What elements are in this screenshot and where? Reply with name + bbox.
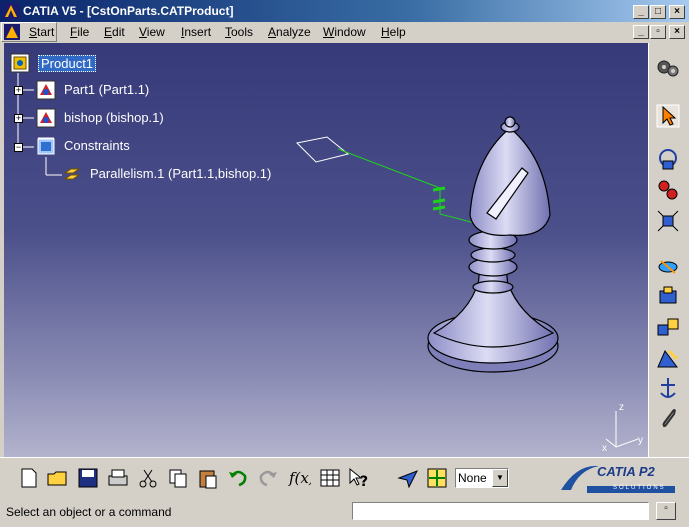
contact-icon[interactable] [655,283,681,309]
new-document-icon[interactable] [17,466,41,490]
table-icon[interactable] [318,466,342,490]
redo-icon[interactable] [256,466,280,490]
compass-axes [605,411,639,448]
print-icon[interactable] [106,466,130,490]
menu-edit[interactable]: Edit [104,25,125,39]
menu-tools[interactable]: Tools [225,25,253,39]
close-button[interactable]: × [669,5,685,19]
paste-icon[interactable] [196,466,220,490]
logo-text: CATIA P2 [597,464,655,479]
menu-start[interactable]: Start [29,25,54,39]
offset-icon[interactable] [655,315,681,341]
fix-component-icon[interactable] [655,375,681,401]
svg-text:f(x): f(x) [288,469,311,487]
menu-insert[interactable]: Insert [181,25,211,39]
svg-text:?: ? [360,474,368,490]
fly-mode-icon[interactable] [396,466,420,490]
window-title: CATIA V5 - [CstOnParts.CATProduct] [23,4,234,18]
paperclip-icon[interactable] [655,405,681,431]
fit-all-in-icon[interactable] [425,466,449,490]
cut-icon[interactable] [136,466,160,490]
formula-icon[interactable]: f(x) [287,466,311,490]
angle-icon[interactable] [655,345,681,371]
compass-y-label: y [638,435,643,446]
manipulation-icon[interactable] [655,147,681,173]
logo-subtext: SOLUTIONS [613,485,666,491]
render-style-select[interactable]: None ▼ [455,468,509,488]
catia-p2-logo: CATIA P2 SOLUTIONS [557,460,677,496]
menu-window[interactable]: Window [323,25,366,39]
catia-app-icon[interactable] [3,3,19,19]
coincidence-icon[interactable] [655,253,681,279]
render-style-value: None [458,471,487,485]
menu-view[interactable]: View [139,25,165,39]
save-icon[interactable] [76,466,100,490]
maximize-button[interactable]: □ [650,5,666,19]
right-toolbar [648,43,689,457]
bishop-model [427,116,559,373]
3d-viewport[interactable]: Product1 + Part1 (Part1.1) + bishop (bis… [4,43,648,457]
minimize-button[interactable]: _ [633,5,649,19]
bottom-toolbar: f(x) ? None ▼ CATIA P2 SOLUTIONS [0,457,689,498]
open-folder-icon[interactable] [46,466,70,490]
doc-restore-button[interactable]: ▫ [650,25,666,39]
chevron-down-icon[interactable]: ▼ [492,469,508,487]
doc-close-button[interactable]: × [669,25,685,39]
menu-help[interactable]: Help [381,25,406,39]
command-toggle-button[interactable]: ▫ [656,502,676,520]
compass-x-label: x [602,443,607,454]
gears-icon[interactable] [655,55,681,81]
title-bar: CATIA V5 - [CstOnParts.CATProduct] _ □ × [0,0,689,22]
status-message: Select an object or a command [6,505,172,519]
status-bar: Select an object or a command ▫ [0,497,689,527]
catia-doc-icon [4,24,20,40]
whats-this-help-icon[interactable]: ? [347,466,371,490]
power-input-field[interactable] [352,502,649,520]
copy-icon[interactable] [166,466,190,490]
explode-icon[interactable] [655,208,681,234]
select-arrow-icon[interactable] [655,103,681,129]
3d-scene [295,116,639,448]
snap-icon[interactable] [655,177,681,203]
menu-bar: Start File Edit View Insert Tools Analyz… [0,22,689,43]
parallelism-symbol [432,186,446,211]
menu-analyze[interactable]: Analyze [268,25,311,39]
undo-icon[interactable] [226,466,250,490]
menu-file[interactable]: File [70,25,89,39]
compass-z-label: z [619,402,624,413]
doc-minimize-button[interactable]: _ [633,25,649,39]
